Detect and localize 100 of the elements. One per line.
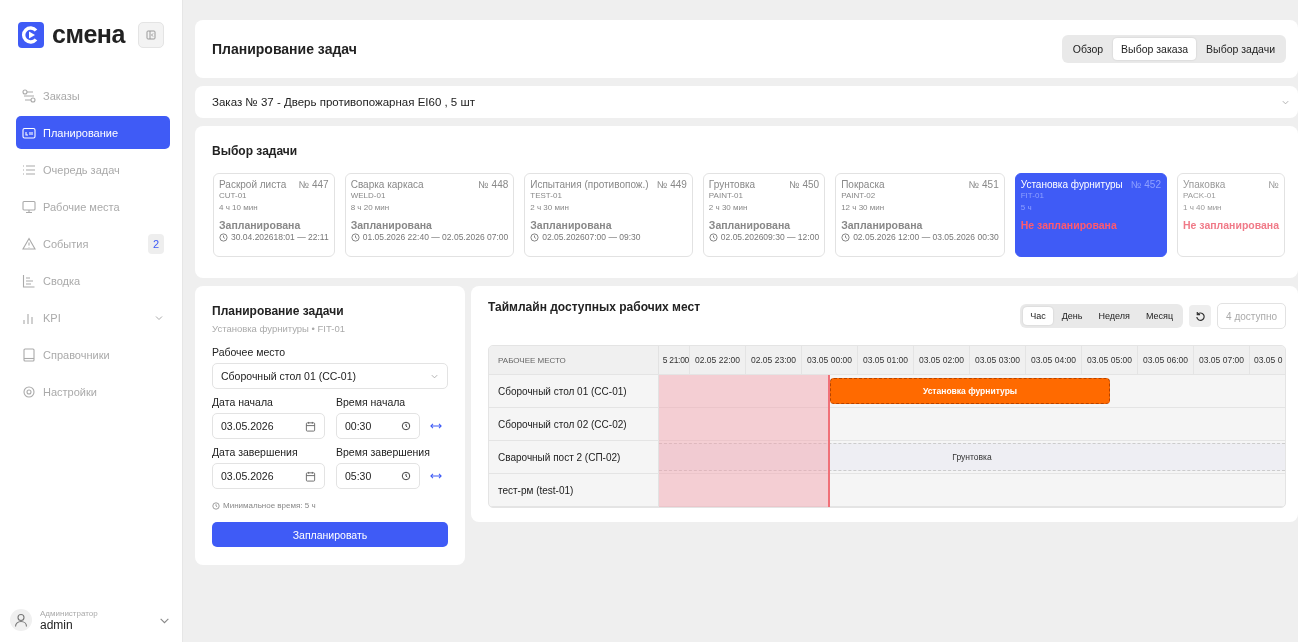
hour-label: 03.05 03:00 bbox=[970, 346, 1026, 374]
book-icon bbox=[22, 347, 36, 362]
task-duration: 2 ч 30 мин bbox=[530, 202, 570, 214]
scale-tab[interactable]: Час bbox=[1023, 307, 1053, 325]
date-field[interactable]: 03.05.2026 bbox=[212, 463, 325, 489]
hour-label: 03.05 07:00 bbox=[1194, 346, 1250, 374]
hint-text: Минимальное время: 5 ч bbox=[223, 501, 316, 510]
task-status: Запланирована bbox=[350, 219, 433, 231]
order-dropdown[interactable]: Заказ № 37 - Дверь противопожарная EI60 , 5 шт bbox=[195, 86, 1298, 118]
hour-label: 03.05 01:00 bbox=[858, 346, 914, 374]
task-number: № 450 bbox=[788, 179, 820, 190]
task-card[interactable]: Грунтовка № 450 PAINT-01 2 ч 30 мин Запланирована 02.05.202609:30 — 12:00 bbox=[702, 173, 826, 257]
hour-label: 03.05 04:00 bbox=[1026, 346, 1082, 374]
refresh-icon bbox=[1194, 310, 1206, 322]
hour-label: 03.05 02:00 bbox=[914, 346, 970, 374]
schedule-button[interactable]: Запланировать bbox=[212, 522, 448, 547]
scale-tab[interactable]: Месяц bbox=[1138, 307, 1181, 325]
field-label: Время начала bbox=[336, 396, 407, 408]
task-name: Сварка каркаса bbox=[350, 179, 424, 190]
task-bar[interactable]: Грунтовка bbox=[659, 443, 1285, 471]
view-tab[interactable]: Обзор bbox=[1064, 38, 1112, 60]
task-card[interactable]: Покраска № 451 PAINT-02 12 ч 30 мин Запланирована 02.05.2026 12:00 — 03.05.2026 00:30 bbox=[835, 173, 1005, 257]
task-card[interactable]: Испытания (противопож.) № 449 TEST-01 2 ч 30 мин Запланирована 02.05.202607:00 — 09:30 bbox=[524, 173, 693, 257]
task-number: № 448 bbox=[478, 179, 509, 190]
task-status: Запланирована bbox=[708, 219, 792, 231]
hour-label: 03.05 00:00 bbox=[802, 346, 858, 374]
section-title: Планирование задачи bbox=[212, 304, 345, 318]
task-card[interactable]: Раскрой листа № 447 CUT-01 4 ч 10 мин Запланирована 30.04.202618:01 — 22:11 bbox=[213, 173, 335, 257]
avatar-icon bbox=[10, 609, 32, 631]
section-title: Таймлайн доступных рабочих мест bbox=[488, 300, 701, 314]
time-field[interactable]: 00:30 bbox=[336, 413, 420, 439]
hour-label: 03.05 06:00 bbox=[1138, 346, 1194, 374]
task-name: Раскрой листа bbox=[219, 179, 287, 190]
clock-icon bbox=[708, 232, 718, 242]
user-menu[interactable]: Администратор admin bbox=[0, 600, 182, 642]
task-status: Запланирована bbox=[841, 219, 924, 231]
workplace-select[interactable]: Сборочный стол 01 (СС-01) bbox=[212, 363, 448, 389]
monitor-icon bbox=[22, 199, 36, 214]
hour-label: 5 21:00 bbox=[659, 346, 690, 374]
task-card[interactable]: Установка фурнитуры № 452 FIT-01 5 ч Не запланирована bbox=[1014, 173, 1167, 257]
user-name: admin bbox=[40, 617, 73, 632]
task-duration: 4 ч 10 мин bbox=[219, 202, 259, 214]
task-name: Грунтовка bbox=[708, 179, 756, 190]
task-status: Не запланирована bbox=[1020, 219, 1118, 231]
task-duration: 8 ч 20 мин bbox=[350, 202, 391, 214]
swap-arrows-icon[interactable] bbox=[430, 422, 442, 430]
clock-icon bbox=[530, 232, 540, 242]
swap-arrows-icon[interactable] bbox=[430, 472, 442, 480]
clock-icon bbox=[219, 232, 228, 242]
workplace-name: тест-рм (test-01) bbox=[489, 474, 659, 506]
task-status: Не запланирована bbox=[1182, 219, 1280, 231]
clock-icon bbox=[212, 501, 220, 510]
refresh-button[interactable] bbox=[1189, 305, 1212, 327]
page-title: Планирование задач bbox=[212, 41, 357, 57]
clock-icon bbox=[350, 232, 360, 242]
task-number: № 452 bbox=[1130, 179, 1161, 190]
clock-icon bbox=[401, 471, 411, 481]
hour-label: 03.05 05:00 bbox=[1082, 346, 1138, 374]
task-code: FIT-01 bbox=[1020, 190, 1045, 202]
logo-icon bbox=[18, 21, 44, 48]
task-name: Покраска bbox=[841, 179, 885, 190]
task-duration: 12 ч 30 мин bbox=[841, 202, 886, 214]
folder-icon bbox=[22, 125, 36, 140]
column-header: РАБОЧЕЕ МЕСТО bbox=[489, 346, 659, 374]
field-label: Дата начала bbox=[212, 396, 274, 408]
task-status: Запланирована bbox=[530, 219, 613, 231]
time-field[interactable]: 05:30 bbox=[336, 463, 420, 489]
scale-tab[interactable]: Неделя bbox=[1091, 307, 1137, 325]
clock-icon bbox=[841, 232, 851, 242]
task-bar[interactable]: Установка фурнитуры bbox=[830, 378, 1110, 404]
field-label: Дата завершения bbox=[212, 446, 299, 458]
task-duration: 1 ч 40 мин bbox=[1182, 202, 1223, 214]
view-tab[interactable]: Выбор заказа bbox=[1113, 38, 1197, 60]
task-number: № 447 bbox=[298, 179, 329, 190]
date-field[interactable]: 03.05.2026 bbox=[212, 413, 325, 439]
task-card[interactable]: Сварка каркаса № 448 WELD-01 8 ч 20 мин Запланирована 01.05.2026 22:40 — 02.05.2026 07:00 bbox=[344, 173, 515, 257]
warning-icon bbox=[22, 236, 36, 251]
summary-icon bbox=[22, 273, 36, 288]
task-duration: 2 ч 30 мин bbox=[708, 202, 749, 214]
workplace-name: Сборочный стол 01 (СС-01) bbox=[489, 375, 659, 407]
task-code: PACK-01 bbox=[1182, 190, 1217, 202]
task-number: № 449 bbox=[656, 179, 687, 190]
task-name: Испытания (противопож.) bbox=[530, 179, 649, 190]
task-time: 02.05.2026 12:00 — 03.05.2026 00:30 bbox=[853, 232, 999, 242]
nav-item[interactable]: События 2 bbox=[16, 227, 170, 260]
order-title: Заказ № 37 - Дверь противопожарная EI60 , 5 шт bbox=[212, 96, 475, 108]
clock-icon bbox=[401, 421, 411, 431]
view-tab[interactable]: Выбор задачи bbox=[1198, 38, 1283, 60]
task-code: WELD-01 bbox=[350, 190, 387, 202]
scale-tab[interactable]: День bbox=[1054, 307, 1090, 325]
hour-label: 02.05 22:00 bbox=[690, 346, 746, 374]
calendar-icon bbox=[305, 470, 316, 482]
task-number: № bbox=[1268, 179, 1280, 190]
list-icon bbox=[22, 162, 36, 177]
nav-item[interactable]: Планирование bbox=[16, 116, 170, 149]
brand-name: смена bbox=[52, 20, 127, 49]
task-name: Установка фурнитуры bbox=[1020, 179, 1123, 190]
hour-label: 02.05 23:00 bbox=[746, 346, 802, 374]
task-code: PAINT-01 bbox=[708, 190, 744, 202]
task-name: Упаковка bbox=[1182, 179, 1226, 190]
